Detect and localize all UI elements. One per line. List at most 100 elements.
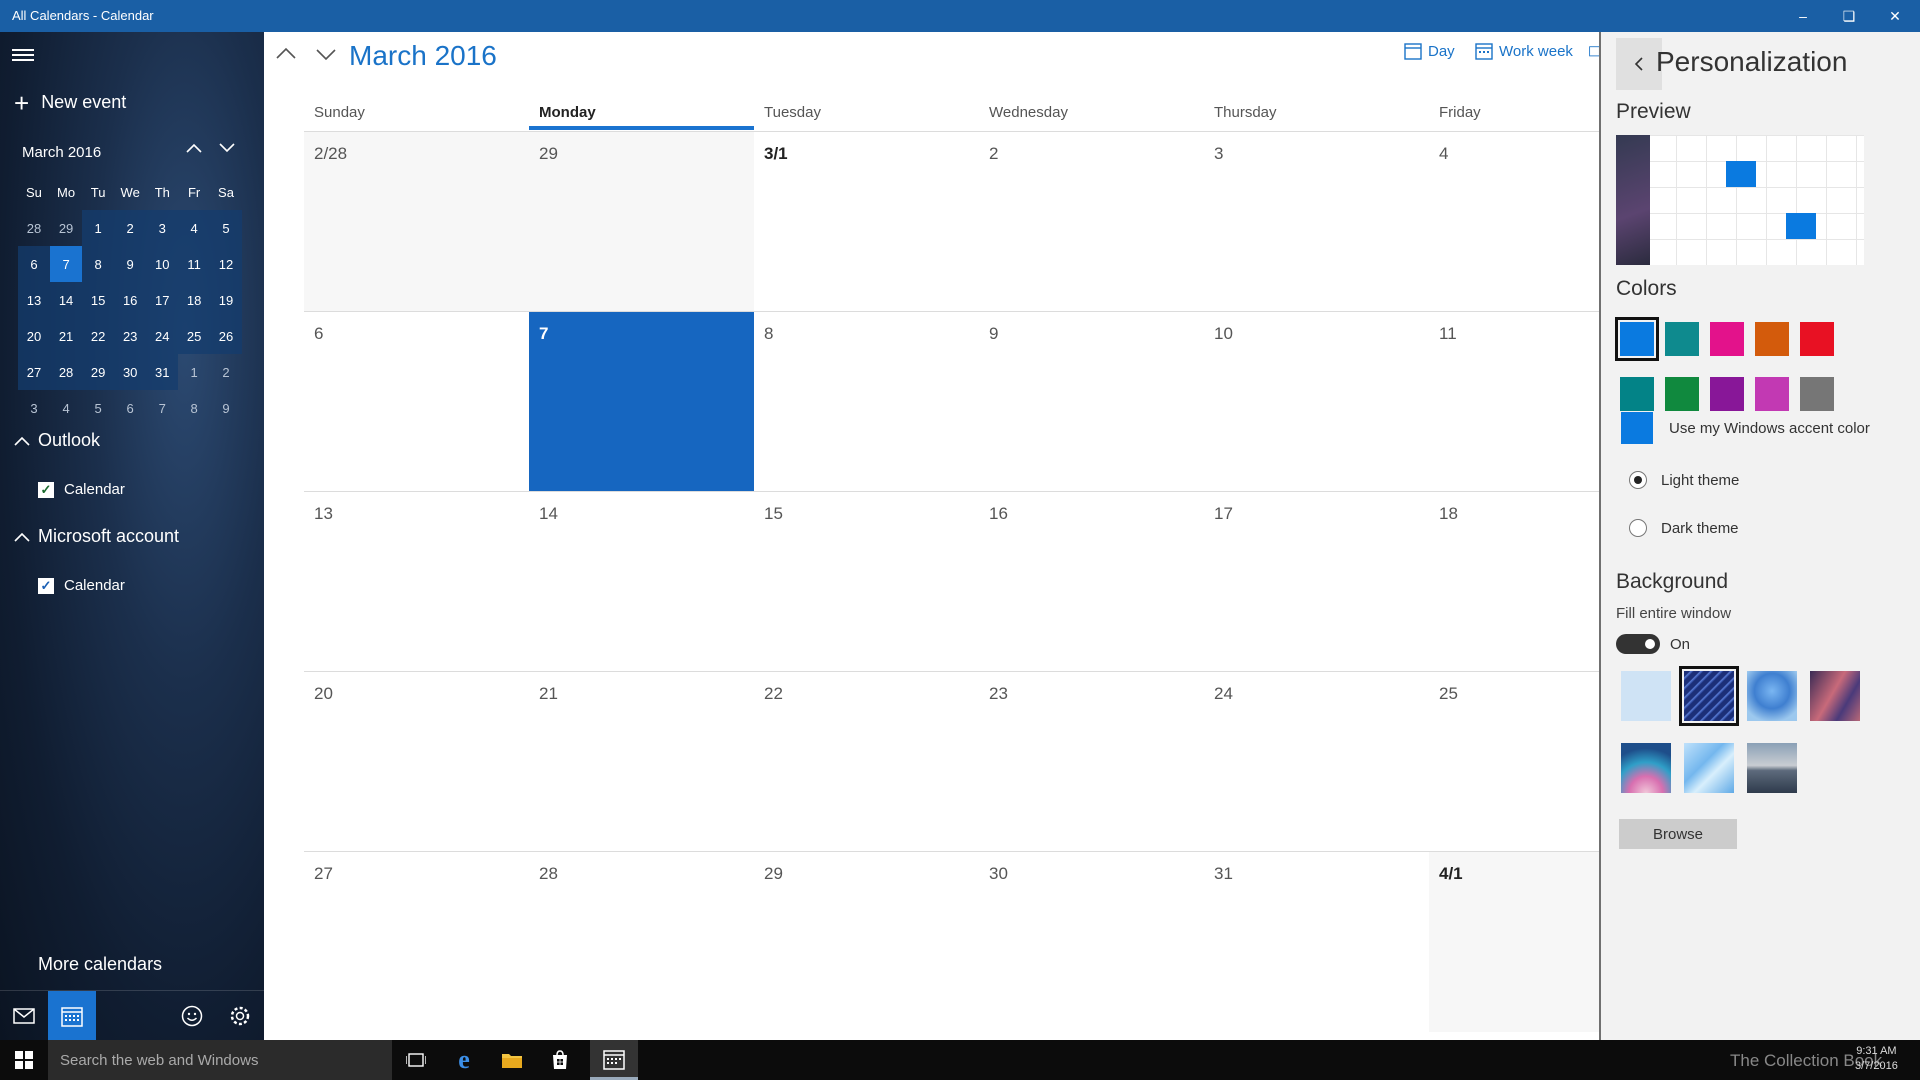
mini-day[interactable]: 1 xyxy=(178,354,210,390)
mini-day[interactable]: 3 xyxy=(18,390,50,426)
mail-icon[interactable] xyxy=(0,991,48,1040)
mini-day-today[interactable]: 7 xyxy=(49,246,83,282)
radio-empty-icon[interactable] xyxy=(1629,519,1647,537)
mini-day[interactable]: 13 xyxy=(18,282,50,318)
work-week-view-button[interactable]: Work week xyxy=(1475,42,1573,60)
background-thumb-starry[interactable] xyxy=(1679,666,1739,726)
mini-day[interactable]: 17 xyxy=(146,282,179,318)
day-cell[interactable]: 9 xyxy=(979,312,1204,492)
system-clock[interactable]: 9:31 AM 3/7/2016 xyxy=(1855,1044,1898,1074)
edge-browser-icon[interactable]: e xyxy=(440,1040,488,1080)
mini-day[interactable]: 25 xyxy=(178,318,210,354)
task-view-icon[interactable] xyxy=(392,1040,440,1080)
new-event-button[interactable]: + New event xyxy=(14,90,126,116)
mini-day[interactable]: 5 xyxy=(209,210,242,246)
color-swatch[interactable] xyxy=(1665,322,1699,356)
background-thumb-tree[interactable] xyxy=(1747,671,1797,721)
settings-gear-icon[interactable] xyxy=(216,991,264,1040)
mini-day[interactable]: 29 xyxy=(82,354,114,390)
hamburger-menu-icon[interactable] xyxy=(12,46,34,64)
mini-day[interactable]: 15 xyxy=(82,282,114,318)
previous-month-icon[interactable] xyxy=(274,42,298,66)
mini-day[interactable]: 4 xyxy=(178,210,210,246)
day-view-button[interactable]: Day xyxy=(1404,42,1455,60)
day-cell[interactable]: 31 xyxy=(1204,852,1429,1032)
light-theme-radio[interactable]: Light theme xyxy=(1629,471,1739,489)
mini-day[interactable]: 16 xyxy=(113,282,147,318)
radio-selected-icon[interactable] xyxy=(1629,471,1647,489)
day-cell[interactable]: 15 xyxy=(754,492,979,672)
mini-day[interactable]: 9 xyxy=(210,390,242,426)
mini-day[interactable]: 4 xyxy=(50,390,82,426)
feedback-smiley-icon[interactable] xyxy=(168,991,216,1040)
mini-day[interactable]: 2 xyxy=(113,210,147,246)
color-swatch[interactable] xyxy=(1665,377,1699,411)
mini-day[interactable]: 27 xyxy=(18,354,50,390)
day-cell[interactable]: 3/1 xyxy=(754,132,979,312)
mini-day[interactable]: 24 xyxy=(146,318,179,354)
outlook-calendar-toggle[interactable]: ✓ Calendar xyxy=(38,481,125,498)
mini-day[interactable]: 30 xyxy=(113,354,147,390)
background-thumb-canyon[interactable] xyxy=(1810,671,1860,721)
day-cell[interactable]: 2 xyxy=(979,132,1204,312)
checkbox-checked-icon[interactable]: ✓ xyxy=(38,577,54,594)
mini-day[interactable]: 26 xyxy=(209,318,242,354)
mini-day[interactable]: 7 xyxy=(146,390,178,426)
day-cell[interactable]: 20 xyxy=(304,672,529,852)
next-month-icon[interactable] xyxy=(314,42,338,66)
mini-day[interactable]: 14 xyxy=(49,282,83,318)
mini-day[interactable]: 1 xyxy=(82,210,114,246)
mini-day[interactable]: 11 xyxy=(178,246,210,282)
day-cell[interactable]: 14 xyxy=(529,492,754,672)
mini-day[interactable]: 18 xyxy=(178,282,210,318)
browse-button[interactable]: Browse xyxy=(1619,819,1737,849)
day-cell[interactable]: 17 xyxy=(1204,492,1429,672)
color-swatch[interactable] xyxy=(1800,377,1834,411)
calendar-app-icon[interactable] xyxy=(48,991,96,1040)
mini-day[interactable]: 23 xyxy=(113,318,147,354)
fill-window-toggle[interactable]: On xyxy=(1616,634,1690,654)
month-title[interactable]: March 2016 xyxy=(349,40,497,72)
minimize-button[interactable]: – xyxy=(1780,0,1826,32)
file-explorer-icon[interactable] xyxy=(488,1040,536,1080)
taskbar-search-box[interactable]: Search the web and Windows xyxy=(48,1040,392,1080)
background-thumb-lake[interactable] xyxy=(1747,743,1797,793)
mini-day[interactable]: 8 xyxy=(178,390,210,426)
restore-button[interactable]: ❏ xyxy=(1826,0,1872,32)
mini-day[interactable]: 10 xyxy=(146,246,179,282)
mini-day[interactable]: 8 xyxy=(82,246,114,282)
mini-day[interactable]: 28 xyxy=(18,210,50,246)
mini-prev-month-icon[interactable] xyxy=(186,140,202,158)
mini-day[interactable]: 12 xyxy=(209,246,242,282)
store-icon[interactable] xyxy=(536,1040,584,1080)
color-swatch[interactable] xyxy=(1710,322,1744,356)
mini-day[interactable]: 9 xyxy=(113,246,147,282)
outlook-group-header[interactable]: Outlook xyxy=(14,430,100,451)
mini-calendar-title[interactable]: March 2016 xyxy=(22,144,101,161)
mini-day[interactable]: 22 xyxy=(82,318,114,354)
day-cell[interactable]: 8 xyxy=(754,312,979,492)
background-thumb-plain[interactable] xyxy=(1621,671,1671,721)
day-cell[interactable]: 30 xyxy=(979,852,1204,1032)
background-thumb-geometric[interactable] xyxy=(1684,743,1734,793)
day-cell[interactable]: 10 xyxy=(1204,312,1429,492)
day-cell-today[interactable]: 7 xyxy=(529,312,754,492)
day-cell[interactable]: 23 xyxy=(979,672,1204,852)
day-cell[interactable]: 27 xyxy=(304,852,529,1032)
accent-color-swatch[interactable] xyxy=(1621,412,1653,444)
windows-accent-color-option[interactable]: Use my Windows accent color xyxy=(1621,412,1870,444)
day-cell[interactable]: 21 xyxy=(529,672,754,852)
day-cell[interactable]: 29 xyxy=(754,852,979,1032)
mini-day[interactable]: 5 xyxy=(82,390,114,426)
mini-day[interactable]: 21 xyxy=(49,318,83,354)
background-thumb-flower[interactable] xyxy=(1621,743,1671,793)
mini-day[interactable]: 20 xyxy=(18,318,50,354)
checkbox-checked-icon[interactable]: ✓ xyxy=(38,481,54,498)
mini-day[interactable]: 19 xyxy=(209,282,242,318)
mini-day[interactable]: 6 xyxy=(114,390,146,426)
more-calendars-link[interactable]: More calendars xyxy=(38,954,162,975)
mini-day[interactable]: 2 xyxy=(210,354,242,390)
day-cell[interactable]: 3 xyxy=(1204,132,1429,312)
day-cell[interactable]: 28 xyxy=(529,852,754,1032)
day-cell[interactable]: 22 xyxy=(754,672,979,852)
